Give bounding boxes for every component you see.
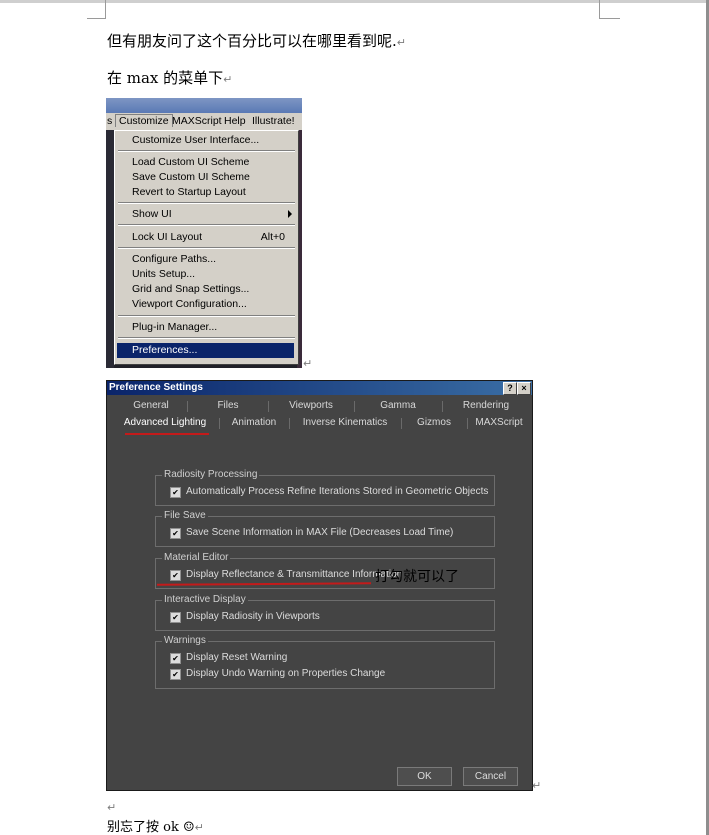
menu-separator xyxy=(118,247,295,249)
menu-bar: s Customize MAXScript Help Illustrate! xyxy=(106,113,302,130)
dialog-title: Preference Settings xyxy=(109,382,203,393)
menu-item-lock-ui[interactable]: Lock UI Layout xyxy=(132,231,202,243)
tab-general[interactable]: General xyxy=(119,400,183,411)
tab-row-2: Advanced Lighting Animation Inverse Kine… xyxy=(109,415,530,431)
help-button[interactable]: ? xyxy=(503,382,517,395)
para-mark: ↵ xyxy=(303,357,313,370)
group-title: Material Editor xyxy=(162,552,231,563)
customize-menu-screenshot: s Customize MAXScript Help Illustrate! C… xyxy=(106,98,302,368)
preferences-label: Preferences... xyxy=(132,344,198,356)
checkbox-display-radiosity[interactable]: ✔ Display Radiosity in Viewports xyxy=(170,611,320,623)
dialog-title-bar: Preference Settings xyxy=(107,381,532,395)
menu-item-grid-snap[interactable]: Grid and Snap Settings... xyxy=(132,283,249,295)
tab-inverse-kinematics[interactable]: Inverse Kinematics xyxy=(293,417,397,428)
group-file-save: File Save ✔ Save Scene Information in MAX… xyxy=(155,510,495,547)
group-interactive-display: Interactive Display ✔ Display Radiosity i… xyxy=(155,594,495,631)
menu-item-viewport-config[interactable]: Viewport Configuration... xyxy=(132,298,247,310)
menu-item-show-ui[interactable]: Show UI xyxy=(132,208,172,220)
checkbox-undo-warning[interactable]: ✔ Display Undo Warning on Properties Chan… xyxy=(170,668,385,680)
menu-item-save-ui-scheme[interactable]: Save Custom UI Scheme xyxy=(132,171,250,183)
menu-separator xyxy=(118,337,295,339)
tab-gizmos[interactable]: Gizmos xyxy=(405,417,463,428)
doc-line-remember-ok: 别忘了按 ok ☺↵ xyxy=(107,820,204,835)
menu-help[interactable]: Help xyxy=(224,115,246,127)
tab-divider xyxy=(401,418,402,429)
tab-divider xyxy=(354,401,355,412)
menu-separator xyxy=(118,224,295,226)
advanced-lighting-panel: Radiosity Processing ✔ Automatically Proc… xyxy=(115,433,525,773)
tab-gamma[interactable]: Gamma xyxy=(358,400,438,411)
customize-dropdown: Customize User Interface... Load Custom … xyxy=(114,130,299,365)
doc-blank-line: ↵ xyxy=(107,801,117,814)
menu-separator xyxy=(118,150,295,152)
tab-divider xyxy=(219,418,220,429)
menu-item-revert-layout[interactable]: Revert to Startup Layout xyxy=(132,186,246,198)
menu-separator xyxy=(118,202,295,204)
viewport-background xyxy=(106,130,114,368)
tab-animation[interactable]: Animation xyxy=(223,417,285,428)
app-title-strip xyxy=(106,98,302,113)
tab-divider xyxy=(467,418,468,429)
checkbox-save-scene-info[interactable]: ✔ Save Scene Information in MAX File (Dec… xyxy=(170,527,453,539)
checkbox-checked-icon: ✔ xyxy=(170,528,181,539)
checkbox-display-reflectance[interactable]: ✔ Display Reflectance & Transmittance Inf… xyxy=(170,569,402,581)
cancel-button[interactable]: Cancel xyxy=(463,767,518,786)
close-icon[interactable]: × xyxy=(517,382,531,395)
doc-line-question: 但有朋友问了这个百分比可以在哪里看到呢.↵ xyxy=(107,32,406,50)
menu-separator xyxy=(118,315,295,317)
checkbox-checked-icon: ✔ xyxy=(170,487,181,498)
lock-ui-shortcut: Alt+0 xyxy=(260,231,285,243)
tab-viewports[interactable]: Viewports xyxy=(272,400,350,411)
crop-mark-left xyxy=(87,0,106,19)
checkbox-checked-icon: ✔ xyxy=(170,669,181,680)
group-title: Interactive Display xyxy=(162,594,248,605)
checkbox-checked-icon: ✔ xyxy=(170,570,181,581)
group-title: Warnings xyxy=(162,635,208,646)
checkbox-auto-process-refine[interactable]: ✔ Automatically Process Refine Iterations… xyxy=(170,486,488,498)
tab-divider xyxy=(289,418,290,429)
group-warnings: Warnings ✔ Display Reset Warning ✔ Display… xyxy=(155,635,495,689)
group-radiosity-processing: Radiosity Processing ✔ Automatically Proc… xyxy=(155,469,495,506)
checkbox-checked-icon: ✔ xyxy=(170,612,181,623)
group-title: Radiosity Processing xyxy=(162,469,260,480)
tab-row-1: General Files Viewports Gamma Rendering xyxy=(109,398,530,414)
tab-divider xyxy=(268,401,269,412)
menu-item-configure-paths[interactable]: Configure Paths... xyxy=(132,253,216,265)
tab-maxscript[interactable]: MAXScript xyxy=(471,417,527,428)
menu-maxscript[interactable]: MAXScript xyxy=(172,115,222,127)
menu-illustrate[interactable]: Illustrate! xyxy=(252,115,295,127)
para-mark: ↵ xyxy=(532,779,542,792)
crop-mark-right xyxy=(599,0,620,19)
ok-button[interactable]: OK xyxy=(397,767,452,786)
tab-rendering[interactable]: Rendering xyxy=(446,400,526,411)
menu-item-plugin-manager[interactable]: Plug-in Manager... xyxy=(132,321,217,333)
menu-item-units-setup[interactable]: Units Setup... xyxy=(132,268,195,280)
checkbox-reset-warning[interactable]: ✔ Display Reset Warning xyxy=(170,652,287,664)
group-title: File Save xyxy=(162,510,208,521)
tab-divider xyxy=(442,401,443,412)
annotation-check-it: 打勾就可以了 xyxy=(375,569,459,585)
menu-left-fragment: s xyxy=(107,115,113,127)
checkbox-checked-icon: ✔ xyxy=(170,653,181,664)
doc-line-menu-intro: 在 max 的菜单下↵ xyxy=(107,69,233,87)
menu-item-preferences[interactable]: Preferences... xyxy=(117,343,294,358)
tab-divider xyxy=(187,401,188,412)
menu-item-customize-ui[interactable]: Customize User Interface... xyxy=(132,134,259,146)
menu-customize[interactable]: Customize xyxy=(115,114,173,127)
tab-files[interactable]: Files xyxy=(191,400,265,411)
submenu-arrow-icon xyxy=(288,210,292,218)
menu-item-load-ui-scheme[interactable]: Load Custom UI Scheme xyxy=(132,156,249,168)
tab-advanced-lighting[interactable]: Advanced Lighting xyxy=(115,417,215,428)
